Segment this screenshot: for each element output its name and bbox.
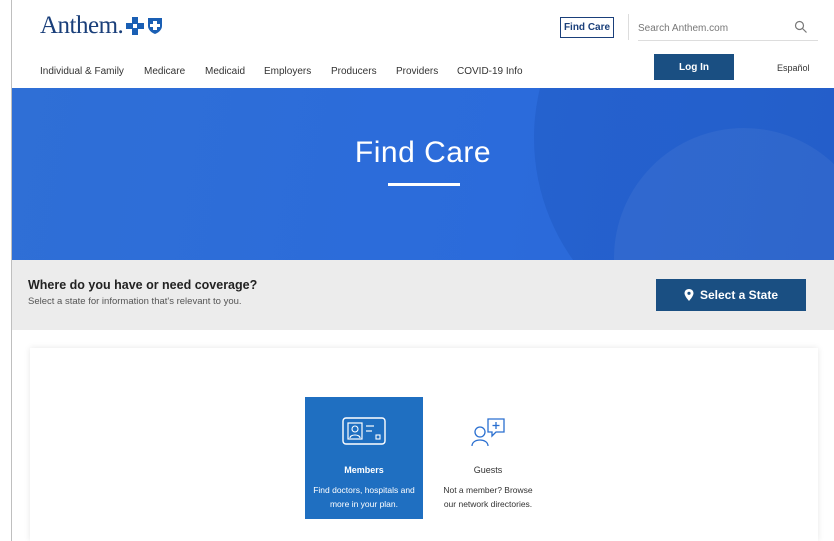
logo-wordmark: Anthem. bbox=[40, 12, 124, 39]
chat-medical-icon bbox=[471, 418, 505, 447]
members-title: Members bbox=[344, 465, 384, 475]
audience-card-panel: Members Find doctors, hospitals and more… bbox=[30, 348, 818, 541]
page-title: Find Care bbox=[354, 136, 492, 169]
anthem-logo[interactable]: Anthem. bbox=[40, 12, 163, 40]
nav-employers[interactable]: Employers bbox=[264, 66, 311, 77]
guests-description: Not a member? Browse our network directo… bbox=[443, 485, 533, 509]
select-state-button[interactable]: Select a State bbox=[656, 279, 806, 311]
search-icon[interactable] bbox=[794, 20, 808, 34]
card-icon-wrap bbox=[433, 417, 543, 447]
hero-banner: Find Care bbox=[12, 88, 834, 260]
language-toggle[interactable]: Español bbox=[777, 63, 810, 73]
nav-medicaid[interactable]: Medicaid bbox=[205, 66, 245, 77]
blue-shield-icon bbox=[148, 18, 163, 34]
nav-providers[interactable]: Providers bbox=[396, 66, 438, 77]
title-underline bbox=[388, 183, 460, 186]
search-input[interactable] bbox=[638, 19, 788, 37]
nav-producers[interactable]: Producers bbox=[331, 66, 377, 77]
members-description: Find doctors, hospitals and more in your… bbox=[313, 485, 415, 509]
coverage-band: Where do you have or need coverage? Sele… bbox=[12, 260, 834, 330]
map-pin-icon bbox=[684, 289, 694, 301]
guests-card[interactable]: Guests Not a member? Browse our network … bbox=[433, 397, 543, 519]
coverage-subtitle: Select a state for information that's re… bbox=[28, 296, 242, 307]
members-card[interactable]: Members Find doctors, hospitals and more… bbox=[305, 397, 423, 519]
nav-covid-info[interactable]: COVID-19 Info bbox=[457, 66, 523, 77]
guests-title: Guests bbox=[473, 465, 503, 475]
search-divider bbox=[628, 14, 629, 40]
find-care-button[interactable]: Find Care bbox=[560, 17, 614, 38]
search-underline bbox=[638, 40, 818, 41]
nav-medicare[interactable]: Medicare bbox=[144, 66, 185, 77]
login-button[interactable]: Log In bbox=[654, 54, 734, 80]
card-icon-wrap bbox=[305, 417, 423, 445]
nav-individual-family[interactable]: Individual & Family bbox=[40, 66, 124, 77]
select-state-label: Select a State bbox=[699, 288, 779, 302]
id-card-icon bbox=[342, 417, 386, 445]
blue-cross-icon bbox=[126, 17, 145, 35]
coverage-question: Where do you have or need coverage? bbox=[28, 278, 258, 292]
site-header: Anthem. Find Care Individual & Family Me… bbox=[12, 0, 834, 88]
